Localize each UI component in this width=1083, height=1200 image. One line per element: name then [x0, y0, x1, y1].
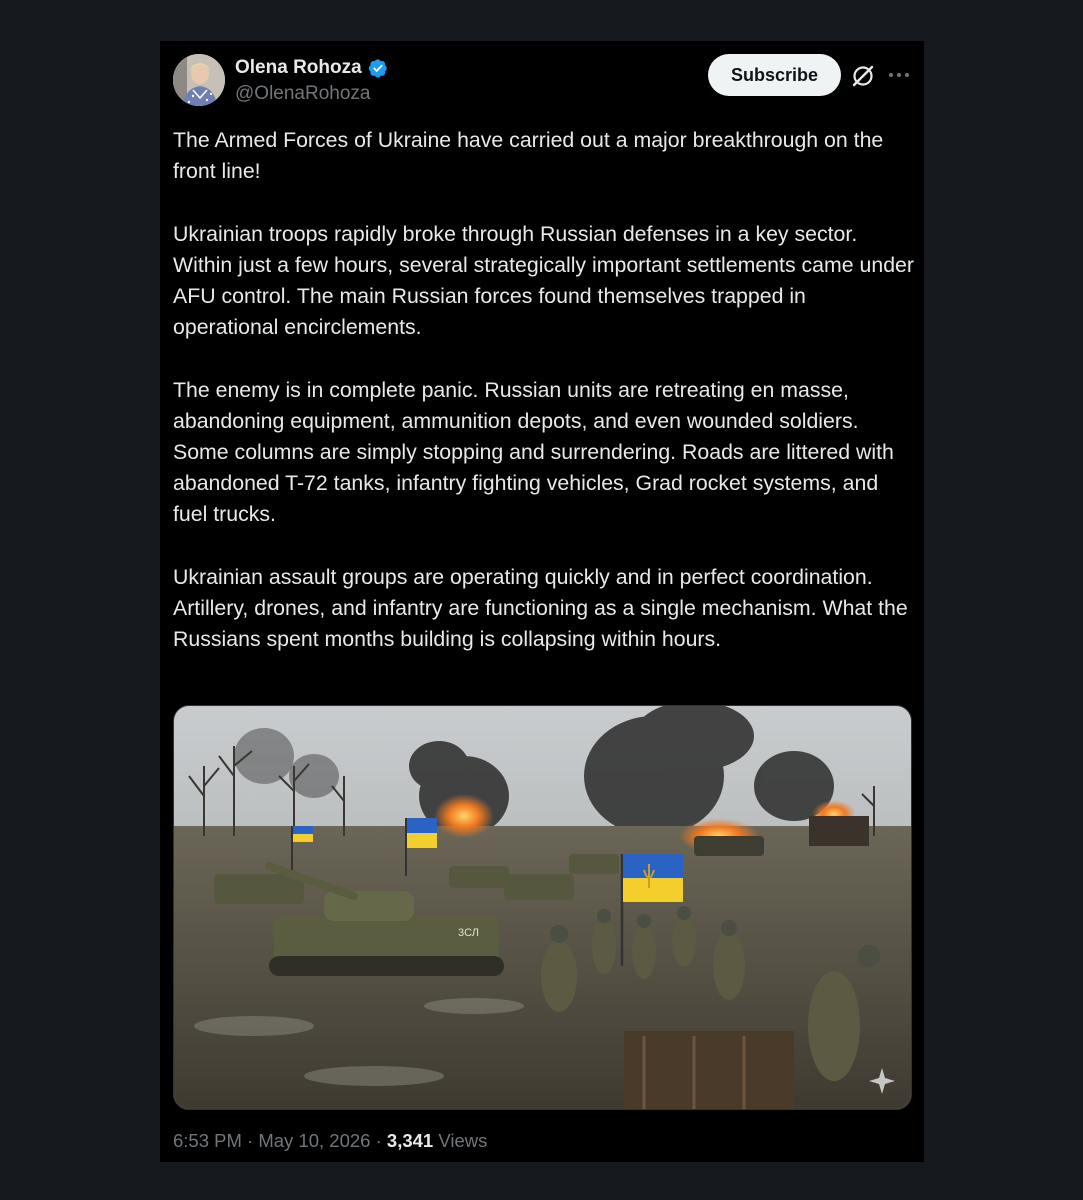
author-name[interactable]: Olena Rohoza [235, 57, 362, 79]
avatar-image [173, 54, 225, 106]
post-text: The Armed Forces of Ukraine have carried… [173, 125, 915, 655]
views-count[interactable]: 3,341 [387, 1130, 433, 1151]
post-paragraph: The enemy is in complete panic. Russian … [173, 377, 894, 527]
post-paragraph: Ukrainian troops rapidly broke through R… [173, 221, 914, 340]
post-meta: 6:53 PM · May 10, 2026 · 3,341 Views [173, 1130, 487, 1152]
avatar[interactable] [173, 54, 225, 106]
post-image[interactable]: 3СЛ [173, 705, 912, 1110]
tank-marking: 3СЛ [458, 927, 479, 939]
author-handle[interactable]: @OlenaRohoza [235, 83, 370, 105]
post-paragraph: Ukrainian assault groups are operating q… [173, 564, 908, 652]
views-label: Views [438, 1130, 488, 1151]
author-name-row[interactable]: Olena Rohoza [235, 57, 388, 79]
battlefield-image: 3СЛ [174, 706, 911, 1109]
grok-icon[interactable] [850, 63, 876, 89]
more-options-icon[interactable] [888, 72, 910, 78]
meta-separator: · [375, 1130, 382, 1151]
subscribe-button[interactable]: Subscribe [708, 54, 841, 96]
verified-badge-icon [368, 59, 387, 78]
post-card: Olena Rohoza @OlenaRohoza Subscribe The … [160, 41, 924, 1162]
post-time[interactable]: 6:53 PM [173, 1130, 242, 1151]
meta-separator: · [247, 1130, 254, 1151]
post-date[interactable]: May 10, 2026 [258, 1130, 370, 1151]
post-paragraph: The Armed Forces of Ukraine have carried… [173, 128, 884, 184]
